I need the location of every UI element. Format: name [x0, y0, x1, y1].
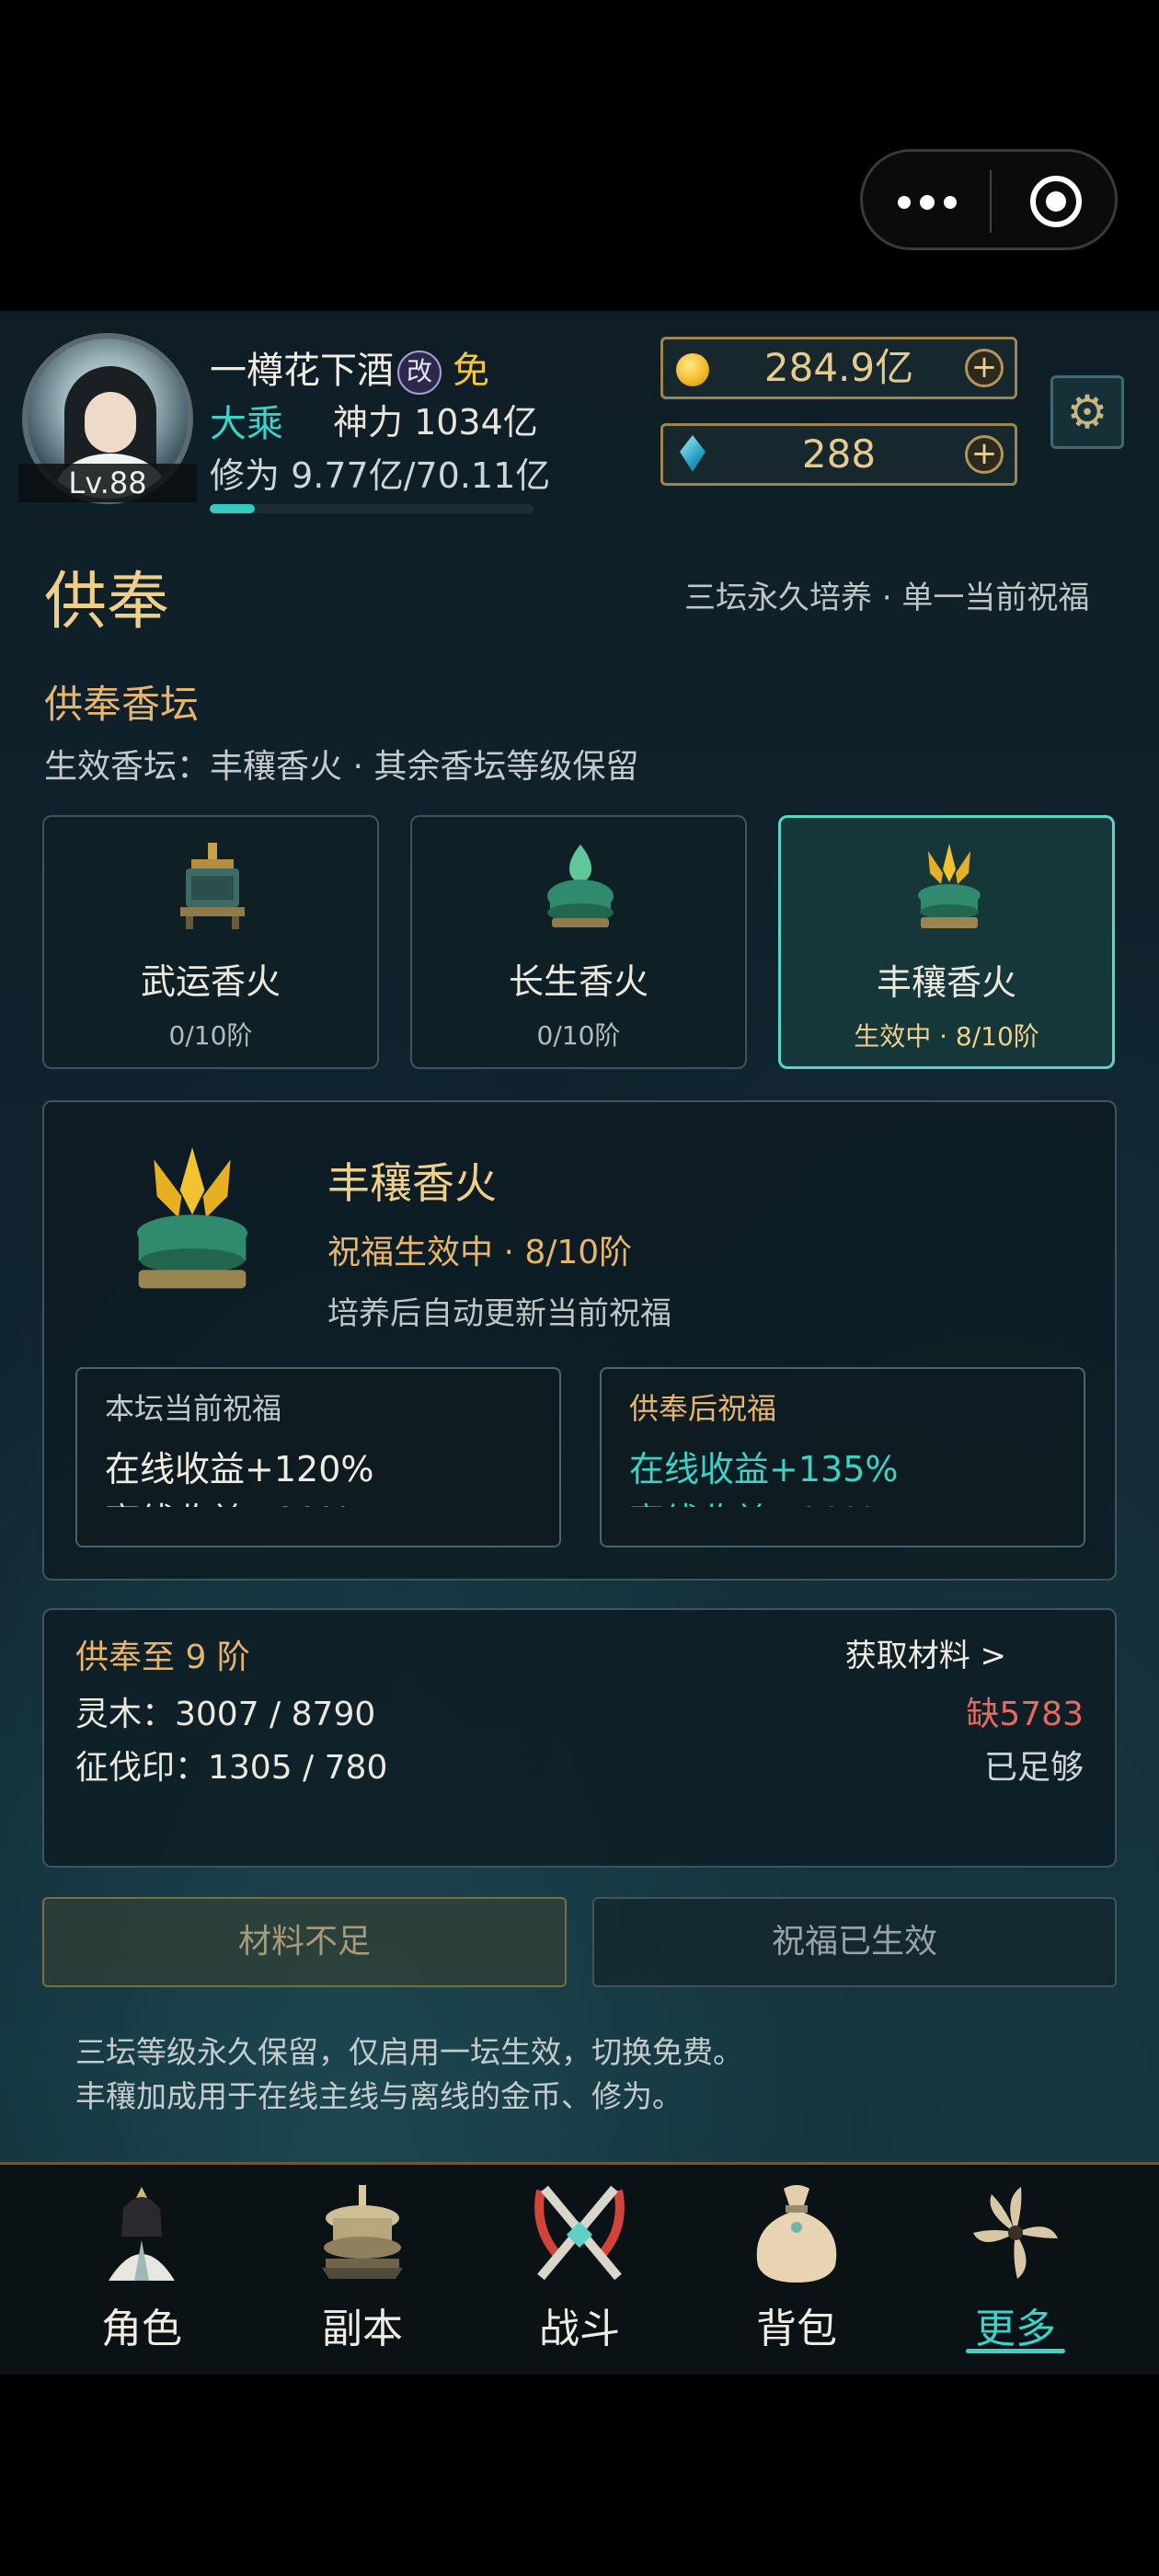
player-name: 一樽花下酒	[210, 350, 394, 392]
free-badge: 免	[453, 350, 489, 392]
tab-label: 战斗	[539, 2306, 620, 2352]
war-incense-burner-icon	[180, 843, 245, 929]
tab-bag[interactable]: 背包	[686, 2165, 907, 2375]
material-row: 征伐印：1305 / 780 已足够	[75, 1741, 1084, 1787]
after-blessing-online: 在线收益+135%	[629, 1449, 899, 1489]
tab-more[interactable]: 更多	[905, 2165, 1126, 2375]
altar-card-fengrang[interactable]: 丰穰香火 生效中 · 8/10阶	[778, 815, 1115, 1069]
material-label: 征伐印：1305 / 780	[75, 1749, 388, 1787]
target-circle-icon[interactable]	[1030, 176, 1082, 227]
active-tab-underline	[966, 2349, 1065, 2353]
altar-name: 丰穰香火	[876, 962, 1016, 1003]
crystal-gem-icon	[680, 435, 706, 472]
harvest-incense-burner-icon	[137, 1147, 247, 1289]
add-gem-button[interactable]: +	[965, 435, 1004, 474]
detail-status: 祝福生效中 · 8/10阶	[327, 1234, 633, 1271]
gear-icon: ⚙	[1066, 385, 1108, 439]
material-status: 缺5783	[966, 1696, 1084, 1733]
current-blessing-online: 在线收益+120%	[105, 1449, 374, 1489]
current-blessing-box: 本坛当前祝福 在线收益+120% 离线收益+80%	[75, 1367, 561, 1547]
materials-panel: 供奉至 9 阶 获取材料 > 灵木：3007 / 8790 缺5783 征伐印：…	[42, 1608, 1117, 1868]
tab-character[interactable]: 角色	[31, 2165, 252, 2375]
tab-label: 副本	[322, 2306, 403, 2352]
altar-card-changsheng[interactable]: 长生香火 0/10阶	[410, 815, 747, 1069]
altar-name: 武运香火	[140, 961, 281, 1002]
bottom-tab-bar: 角色 副本 战斗 背包 更多	[0, 2162, 1159, 2375]
current-blessing-title: 本坛当前祝福	[105, 1391, 282, 1426]
altar-status: 0/10阶	[168, 1020, 253, 1051]
dungeon-icon	[322, 2185, 403, 2279]
altar-detail-panel: 丰穰香火 祝福生效中 · 8/10阶 培养后自动更新当前祝福 本坛当前祝福 在线…	[42, 1100, 1117, 1581]
detail-altar-name: 丰穰香火	[327, 1158, 497, 1208]
mini-program-capsule	[860, 149, 1118, 250]
gem-amount: 288	[801, 431, 877, 477]
bag-icon	[756, 2185, 837, 2283]
tab-label: 背包	[756, 2306, 837, 2352]
cultivation-label: 修为 9.77亿/70.11亿	[210, 455, 551, 496]
cultivation-progress-bar	[210, 504, 534, 513]
settings-button[interactable]: ⚙	[1050, 375, 1124, 449]
after-blessing-box: 供奉后祝福 在线收益+135% 离线收益+90%	[600, 1367, 1085, 1547]
harvest-incense-burner-icon	[918, 844, 981, 928]
section-subtitle: 生效香坛：丰穰香火 · 其余香坛等级保留	[44, 748, 639, 786]
level-badge: Lv.88	[18, 464, 197, 502]
gem-currency: 288 +	[660, 423, 1017, 486]
footer-note-1: 三坛等级永久保留，仅启用一坛生效，切换免费。	[75, 2034, 743, 2070]
power-label: 神力 1034亿	[333, 402, 538, 443]
insufficient-materials-button[interactable]: 材料不足	[42, 1897, 567, 1987]
get-materials-link[interactable]: 获取材料 >	[845, 1630, 1006, 1675]
altar-card-wuyun[interactable]: 武运香火 0/10阶	[42, 815, 379, 1069]
tab-label: 角色	[101, 2306, 182, 2352]
altar-status: 生效中 · 8/10阶	[854, 1021, 1039, 1052]
upgrade-target-label: 供奉至 9 阶	[75, 1639, 250, 1676]
material-label: 灵木：3007 / 8790	[75, 1696, 376, 1733]
tab-battle[interactable]: 战斗	[469, 2165, 690, 2375]
rename-badge[interactable]: 改	[397, 351, 442, 395]
longevity-incense-burner-icon	[547, 845, 614, 927]
crossed-swords-icon	[534, 2185, 625, 2281]
material-status: 已足够	[983, 1749, 1084, 1787]
add-gold-button[interactable]: +	[965, 349, 1004, 387]
realm-label: 大乘	[210, 403, 283, 445]
footer-note-2: 丰穰加成用于在线主线与离线的金币、修为。	[75, 2078, 683, 2114]
gold-coin-icon	[676, 353, 709, 386]
page-title: 供奉	[44, 566, 170, 638]
character-icon	[109, 2187, 175, 2281]
tab-label: 更多	[975, 2306, 1056, 2352]
material-row: 灵木：3007 / 8790 缺5783	[75, 1687, 1084, 1733]
page-subtitle: 三坛永久培养 · 单一当前祝福	[684, 580, 1090, 616]
player-name-row: 一樽花下酒改免	[210, 340, 489, 395]
detail-note: 培养后自动更新当前祝福	[327, 1295, 671, 1332]
more-dots-icon[interactable]	[898, 189, 962, 216]
altar-name: 长生香火	[508, 961, 648, 1002]
cultivation-progress-fill	[210, 504, 255, 513]
after-blessing-title: 供奉后祝福	[629, 1391, 777, 1426]
capsule-divider	[990, 170, 992, 233]
gold-currency: 284.9亿 +	[660, 337, 1017, 399]
gold-amount: 284.9亿	[763, 345, 914, 390]
more-flower-icon	[973, 2187, 1058, 2279]
tab-dungeon[interactable]: 副本	[252, 2165, 473, 2375]
altar-status: 0/10阶	[536, 1020, 621, 1051]
blessing-active-button[interactable]: 祝福已生效	[592, 1897, 1117, 1987]
section-title: 供奉香坛	[44, 682, 200, 727]
